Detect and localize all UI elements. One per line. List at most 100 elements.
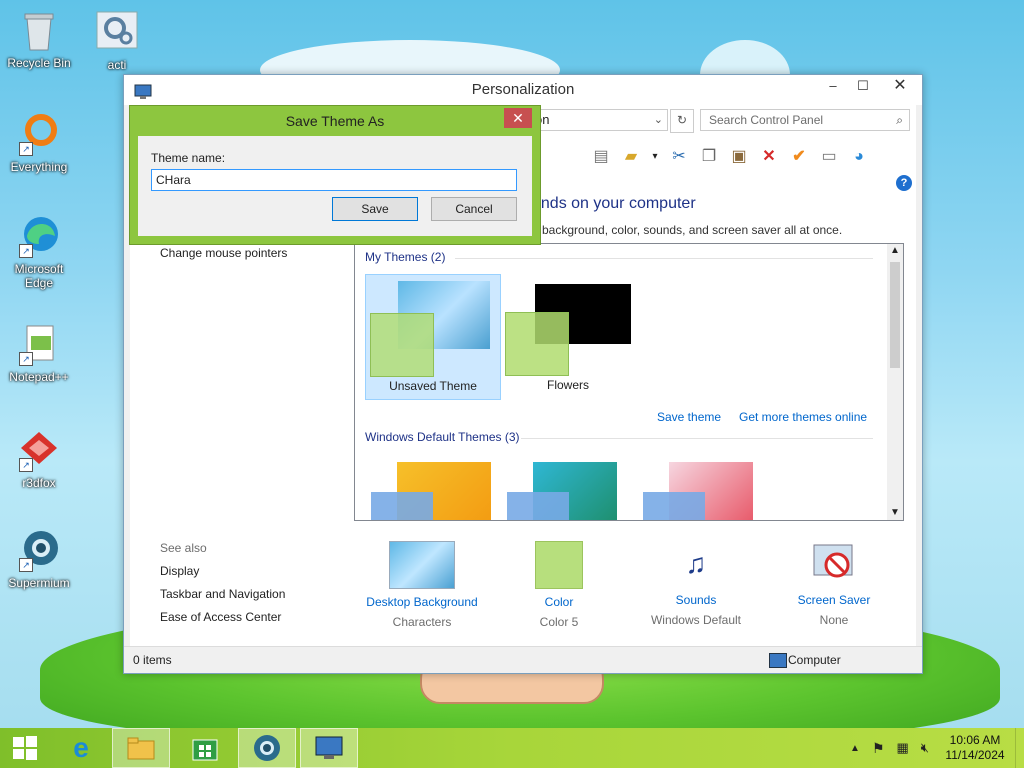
theme-flowers[interactable]: Flowers <box>501 274 635 398</box>
taskbar-file-explorer[interactable] <box>112 728 170 768</box>
theme-label: Unsaved Theme <box>389 379 477 393</box>
volume-muted-icon[interactable]: 🔇︎ <box>921 740 929 756</box>
close-icon: ✕ <box>512 110 524 126</box>
layout-pane-icon[interactable]: ▤ <box>590 146 612 168</box>
supermium-icon: ↗ <box>17 528 61 572</box>
folder-icon <box>127 737 155 760</box>
sounds-label: Sounds <box>675 593 717 607</box>
desktop-icon-everything[interactable]: ↗ Everything <box>4 112 74 174</box>
checkmark-icon[interactable]: ✔ <box>788 146 810 168</box>
r3dfox-icon: ↗ <box>17 428 61 472</box>
maximize-button[interactable]: ☐ <box>848 75 878 99</box>
delete-icon[interactable]: ✕ <box>758 146 780 168</box>
color-value: Color 5 <box>539 615 579 629</box>
screen-saver-setting[interactable]: Screen Saver None <box>769 541 899 627</box>
see-also-title: See also <box>160 541 207 555</box>
shortcut-arrow-icon: ↗ <box>19 458 33 472</box>
screen-saver-none-icon <box>811 541 857 587</box>
get-more-themes-link[interactable]: Get more themes online <box>739 410 867 424</box>
gear-icon <box>95 10 139 54</box>
theme-flowers-default[interactable] <box>641 462 753 520</box>
shortcut-arrow-icon: ↗ <box>19 142 33 156</box>
taskbar-control-panel[interactable] <box>300 728 358 768</box>
taskbar-internet-explorer[interactable]: e <box>52 728 110 768</box>
themes-scrollbar[interactable]: ▲ ▼ <box>887 244 903 520</box>
desktop-icon-supermium[interactable]: ↗ Supermium <box>4 528 74 590</box>
show-desktop-button[interactable] <box>1015 728 1024 768</box>
recycle-bin-icon <box>17 8 61 52</box>
globe-icon[interactable]: ◕ <box>848 146 870 168</box>
page-heading: unds on your computer <box>532 195 696 212</box>
desktop-icon-notepadpp[interactable]: ↗ Notepad++ <box>4 322 74 384</box>
desktop-icon-label: Recycle Bin <box>7 56 71 70</box>
desktop-background-setting[interactable]: Desktop Background Characters <box>357 541 487 629</box>
save-theme-link[interactable]: Save theme <box>657 410 721 424</box>
show-hidden-icons-chevron-icon[interactable]: ▲ <box>850 743 860 754</box>
scrollbar-thumb[interactable] <box>890 262 900 368</box>
theme-unsaved[interactable]: Unsaved Theme <box>365 274 501 400</box>
copy-icon[interactable]: ❐ <box>698 146 720 168</box>
theme-color-swatch <box>370 313 434 377</box>
theme-name-input[interactable]: CHara <box>151 169 517 191</box>
desktop-icon-label: r3dfox <box>22 476 56 490</box>
desktop-icon-microsoft-edge[interactable]: ↗ Microsoft Edge <box>4 214 74 290</box>
see-also-taskbar-link[interactable]: Taskbar and Navigation <box>160 587 285 601</box>
address-bar[interactable]: on ⌄ <box>530 109 668 131</box>
close-button[interactable]: ✕ <box>878 75 922 99</box>
dialog-body: Theme name: CHara Save Cancel <box>138 136 532 236</box>
network-icon[interactable]: ▦ <box>897 740 909 756</box>
save-theme-dialog[interactable]: Save Theme As ✕ Theme name: CHara Save C… <box>129 105 541 245</box>
my-themes-title: My Themes (2) <box>365 250 446 264</box>
desktop-background-label: Desktop Background <box>366 595 478 609</box>
dialog-title: Save Theme As <box>285 113 385 129</box>
save-button[interactable]: Save <box>332 197 418 221</box>
clock[interactable]: 10:06 AM 11/14/2024 <box>935 733 1015 763</box>
cancel-button[interactable]: Cancel <box>431 197 517 221</box>
group-divider <box>521 438 873 439</box>
color-label: Color <box>544 595 574 609</box>
desktop-icon-recycle-bin[interactable]: Recycle Bin <box>4 8 74 70</box>
desktop-icon-acti[interactable]: acti <box>82 10 152 72</box>
search-input[interactable]: Search Control Panel ⌕ <box>700 109 910 131</box>
taskbar-supermium[interactable] <box>238 728 296 768</box>
theme-earth[interactable] <box>505 462 617 520</box>
sounds-value: Windows Default <box>650 613 742 627</box>
desktop-icon-r3dfox[interactable]: ↗ r3dfox <box>4 428 74 490</box>
notepadpp-icon: ↗ <box>17 322 61 366</box>
color-wheel-icon <box>643 492 705 520</box>
taskbar: e ▲ ⚑ ▦ 🔇︎ 10:06 AM 11/14/2024 <box>0 728 1024 768</box>
theme-windows[interactable] <box>369 462 491 520</box>
chevron-down-icon[interactable]: ⌄ <box>654 110 663 130</box>
paste-icon[interactable]: ▣ <box>728 146 750 168</box>
flag-icon[interactable]: ⚑ <box>872 740 885 757</box>
help-icon[interactable]: ? <box>896 175 912 191</box>
desktop-background-value: Characters <box>392 615 452 629</box>
scroll-up-arrow[interactable]: ▲ <box>887 244 903 258</box>
chevron-down-icon[interactable]: ▾ <box>650 146 660 168</box>
color-swatch <box>535 541 583 589</box>
sounds-setting[interactable]: ♫ Sounds Windows Default <box>631 541 761 627</box>
control-panel-icon <box>315 736 343 759</box>
color-setting[interactable]: Color Color 5 <box>494 541 624 629</box>
desktop-icon-label: Notepad++ <box>9 370 69 384</box>
dialog-close-button[interactable]: ✕ <box>504 108 532 128</box>
see-also-ease-of-access-link[interactable]: Ease of Access Center <box>160 610 281 624</box>
window-titlebar[interactable]: Personalization – ☐ ✕ <box>124 75 922 105</box>
status-bar: 0 items Computer <box>124 646 922 673</box>
dialog-titlebar[interactable]: Save Theme As ✕ <box>130 106 540 136</box>
scroll-down-arrow[interactable]: ▼ <box>887 506 903 520</box>
rename-icon[interactable]: ▭ <box>818 146 840 168</box>
start-button[interactable] <box>0 728 50 768</box>
default-themes-title: Windows Default Themes (3) <box>365 430 520 444</box>
change-mouse-pointers-link[interactable]: Change mouse pointers <box>160 246 287 260</box>
edge-icon: ↗ <box>17 214 61 258</box>
taskbar-store[interactable] <box>176 728 234 768</box>
desktop-icon-label: Everything <box>10 160 68 174</box>
shortcut-arrow-icon: ↗ <box>19 244 33 258</box>
refresh-button[interactable]: ↻ <box>670 109 694 133</box>
desktop-icon-label: Microsoft Edge <box>14 262 64 290</box>
minimize-button[interactable]: – <box>818 75 848 99</box>
cut-icon[interactable]: ✂ <box>668 146 690 168</box>
folder-check-icon[interactable]: ▰ <box>620 146 642 168</box>
see-also-display-link[interactable]: Display <box>160 564 199 578</box>
